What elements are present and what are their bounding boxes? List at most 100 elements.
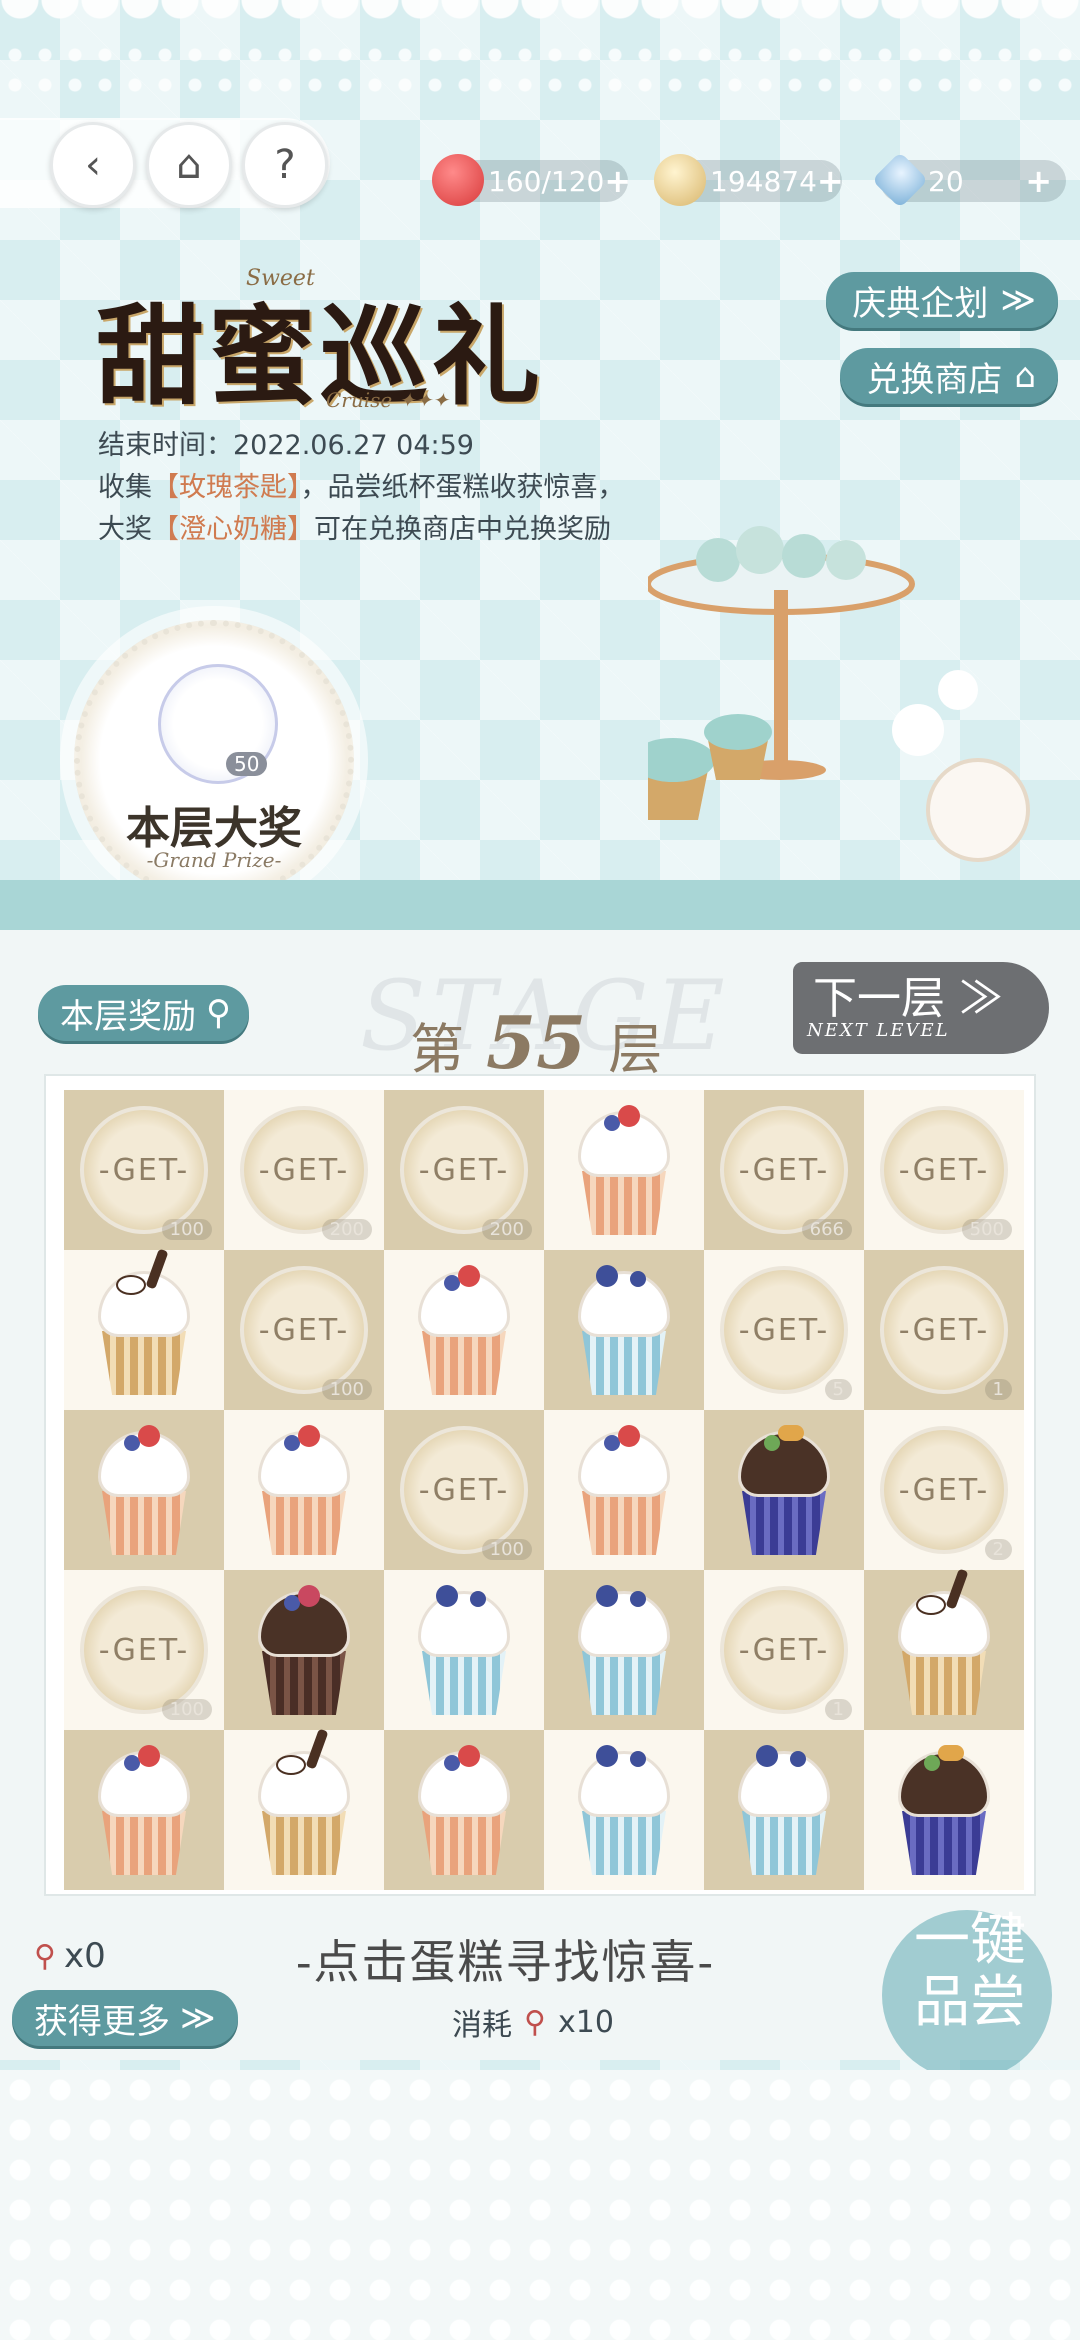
consume-count: x10 <box>557 2004 614 2040</box>
stage-prefix: 第 <box>410 1018 464 1081</box>
cupcake-icon <box>408 1261 520 1399</box>
cupcake-icon <box>568 1581 680 1719</box>
get-reward-button[interactable]: -GET- <box>880 1266 1008 1394</box>
layer-reward-label: 本层奖励 <box>60 996 196 1037</box>
cupcake-cell[interactable] <box>544 1410 704 1570</box>
get-reward-button[interactable]: -GET- <box>400 1426 528 1554</box>
get-reward-button[interactable]: -GET- <box>400 1106 528 1234</box>
one-key-label-2: 品尝 <box>914 1970 1026 2035</box>
cupcake-icon <box>568 1741 680 1879</box>
crystal-icon <box>871 151 929 209</box>
reward-get-cell[interactable]: -GET- 100 <box>64 1570 224 1730</box>
cupcake-icon <box>888 1741 1000 1879</box>
reward-get-cell[interactable]: -GET- 100 <box>224 1250 384 1410</box>
reward-get-cell[interactable]: -GET- 5 <box>704 1250 864 1410</box>
cupcake-icon <box>408 1741 520 1879</box>
top-lace-decoration <box>0 0 1080 110</box>
event-subtitle-sweet: Sweet <box>246 266 315 291</box>
event-info: 结束时间：2022.06.27 04:59 收集【玫瑰茶匙】，品尝纸杯蛋糕收获惊… <box>98 425 638 551</box>
reward-get-cell[interactable]: -GET- 100 <box>384 1410 544 1570</box>
get-reward-button[interactable]: -GET- <box>240 1106 368 1234</box>
search-icon: ⚲ <box>206 993 231 1033</box>
add-stamina-icon[interactable]: + <box>604 162 631 200</box>
get-reward-button[interactable]: -GET- <box>880 1106 1008 1234</box>
get-reward-button[interactable]: -GET- <box>720 1106 848 1234</box>
stage-number: 55 <box>486 1000 587 1085</box>
cupcake-icon <box>88 1741 200 1879</box>
get-more-button[interactable]: 获得更多 ≫ <box>12 1990 238 2046</box>
cupcake-cell[interactable] <box>384 1730 544 1890</box>
cupcake-cell[interactable] <box>704 1410 864 1570</box>
festival-plan-button[interactable]: 庆典企划 ≫ <box>826 272 1058 328</box>
reward-count: 100 <box>161 1219 212 1240</box>
stage-suffix: 层 <box>608 1018 663 1081</box>
reward-get-cell[interactable]: -GET- 200 <box>224 1090 384 1250</box>
reward-count: 500 <box>961 1219 1012 1240</box>
coin-counter[interactable]: 194874 + <box>654 154 844 206</box>
cupcake-cell[interactable] <box>224 1410 384 1570</box>
desc-highlight-2: 【澄心奶糖】 <box>152 514 314 545</box>
reward-get-cell[interactable]: -GET- 2 <box>864 1410 1024 1570</box>
cupcake-cell[interactable] <box>704 1730 864 1890</box>
grand-prize-badge[interactable]: 50 本层大奖 -Grand Prize- <box>74 620 354 900</box>
bottom-lace-decoration <box>0 2070 1080 2340</box>
cupcake-icon <box>728 1741 840 1879</box>
cupcake-icon <box>568 1261 680 1399</box>
cupcake-cell[interactable] <box>64 1410 224 1570</box>
add-crystal-icon[interactable]: + <box>1025 162 1052 200</box>
get-reward-button[interactable]: -GET- <box>880 1426 1008 1554</box>
get-reward-button[interactable]: -GET- <box>720 1266 848 1394</box>
help-button[interactable]: ? <box>242 122 328 208</box>
cupcake-cell[interactable] <box>544 1570 704 1730</box>
event-description: 收集【玫瑰茶匙】，品尝纸杯蛋糕收获惊喜，大奖【澄心奶糖】可在兑换商店中兑换奖励 <box>98 467 638 551</box>
add-coin-icon[interactable]: + <box>817 162 844 200</box>
get-more-label: 获得更多 <box>34 2001 170 2042</box>
reward-count: 100 <box>321 1379 372 1400</box>
one-key-taste-button[interactable]: 一键 品尝 <box>872 1910 1068 2090</box>
reward-get-cell[interactable]: -GET- 500 <box>864 1090 1024 1250</box>
reward-get-cell[interactable]: -GET- 666 <box>704 1090 864 1250</box>
get-reward-button[interactable]: -GET- <box>80 1586 208 1714</box>
get-reward-button[interactable]: -GET- <box>720 1586 848 1714</box>
stamina-counter[interactable]: 160/120 + <box>432 154 631 206</box>
cupcake-cell[interactable] <box>64 1730 224 1890</box>
layer-reward-button[interactable]: 本层奖励 ⚲ <box>38 985 249 1041</box>
cupcake-cell[interactable] <box>544 1730 704 1890</box>
reward-count: 5 <box>824 1379 852 1400</box>
exchange-shop-button[interactable]: 兑换商店 ⌂ <box>840 348 1058 404</box>
cupcake-cell[interactable] <box>864 1568 1024 1730</box>
cupcake-cell[interactable] <box>64 1248 224 1410</box>
reward-count: 200 <box>321 1219 372 1240</box>
reward-count: 2 <box>984 1539 1012 1560</box>
cupcake-cell[interactable] <box>864 1730 1024 1890</box>
get-reward-button[interactable]: -GET- <box>240 1266 368 1394</box>
reward-count: 1 <box>824 1699 852 1720</box>
home-button[interactable]: ⌂ <box>146 122 232 208</box>
reward-count: 100 <box>481 1539 532 1560</box>
reward-count: 1 <box>984 1379 1012 1400</box>
get-reward-button[interactable]: -GET- <box>80 1106 208 1234</box>
reward-get-cell[interactable]: -GET- 200 <box>384 1090 544 1250</box>
spoon-icon: ⚲ <box>524 2004 546 2040</box>
stamina-value: 160/120 <box>488 164 605 198</box>
cupcake-icon <box>248 1581 360 1719</box>
cupcake-cell[interactable] <box>544 1250 704 1410</box>
grand-prize-title: 本层大奖 <box>126 803 302 854</box>
next-level-sublabel: NEXT LEVEL <box>807 1020 950 1041</box>
reward-get-cell[interactable]: -GET- 1 <box>704 1570 864 1730</box>
reward-get-cell[interactable]: -GET- 100 <box>64 1090 224 1250</box>
cupcake-icon <box>88 1421 200 1559</box>
back-button[interactable]: ‹ <box>50 122 136 208</box>
crystal-counter[interactable]: 20 + <box>871 151 1066 209</box>
grand-prize-subtitle: -Grand Prize- <box>146 848 282 872</box>
event-subtitle-cruise: Cruise ✦✦✦ <box>326 388 449 412</box>
cupcake-cell[interactable] <box>384 1570 544 1730</box>
reward-get-cell[interactable]: -GET- 1 <box>864 1250 1024 1410</box>
back-icon: ‹ <box>85 142 101 188</box>
cupcake-cell[interactable] <box>224 1570 384 1730</box>
cupcake-cell[interactable] <box>224 1728 384 1890</box>
cake-stand-illustration <box>648 526 1030 862</box>
next-layer-button[interactable]: 下一层 ≫ NEXT LEVEL <box>793 962 1049 1054</box>
cupcake-cell[interactable] <box>384 1250 544 1410</box>
cupcake-cell[interactable] <box>544 1090 704 1250</box>
